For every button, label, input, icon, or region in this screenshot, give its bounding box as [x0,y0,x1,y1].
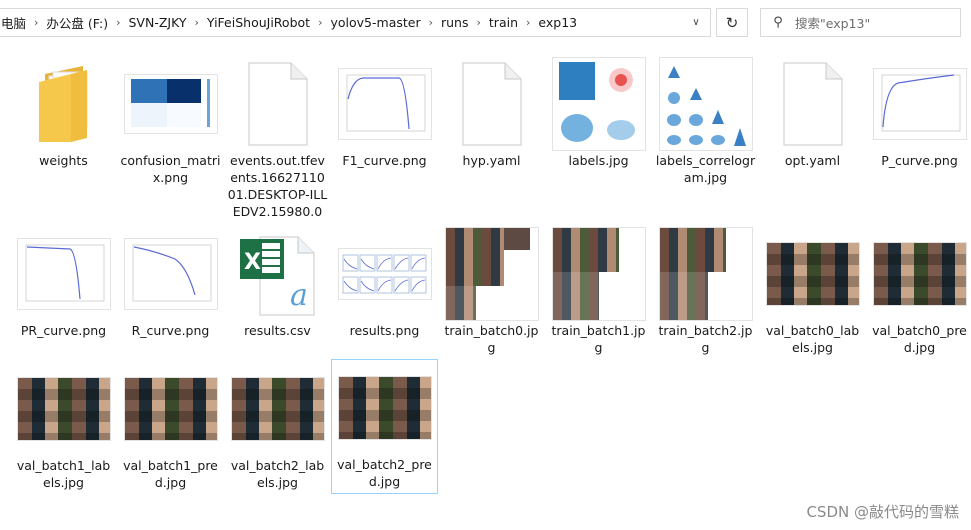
breadcrumb-item-pc[interactable]: 电脑 [0,13,30,32]
file-name: hyp.yaml [462,153,521,168]
file-item-val-batch0-labels[interactable]: val_batch0_labels.jpg [759,225,866,361]
file-item-events[interactable]: events.out.tfevents.1662711001.DESKTOP-I… [224,55,331,225]
chevron-right-icon[interactable]: › [112,16,124,29]
chevron-down-icon[interactable]: ∨ [682,9,710,36]
image-thumbnail [11,361,116,457]
document-icon [760,56,865,152]
file-item-p-curve[interactable]: P_curve.png [866,55,971,174]
breadcrumb-item-drive[interactable]: 办公盘 (F:) [42,13,112,32]
breadcrumb-item-yolov5[interactable]: yolov5-master [326,15,424,30]
svg-text:X: X [244,250,261,275]
image-thumbnail [225,361,330,457]
file-name: val_batch1_pred.jpg [123,458,218,490]
image-thumbnail [439,226,544,322]
file-item-r-curve[interactable]: R_curve.png [117,225,224,344]
image-thumbnail [332,226,437,322]
file-name: val_batch2_pred.jpg [337,457,432,489]
file-item-confusion-matrix[interactable]: confusion_matrix.png [117,55,224,191]
image-thumbnail [760,226,865,322]
chevron-right-icon[interactable]: › [30,16,42,29]
file-name: results.png [349,323,420,338]
file-item-val-batch2-labels[interactable]: val_batch2_labels.jpg [224,360,331,496]
file-name: labels.jpg [568,153,629,168]
file-name: F1_curve.png [342,153,427,168]
image-thumbnail [867,56,971,152]
file-item-train-batch2[interactable]: train_batch2.jpg [652,225,759,361]
file-item-opt-yaml[interactable]: opt.yaml [759,55,866,174]
breadcrumb-item-robot[interactable]: YiFeiShouJiRobot [203,15,314,30]
address-bar[interactable]: 电脑 › 办公盘 (F:) › SVN-ZJKY › YiFeiShouJiRo… [0,8,711,37]
file-name: val_batch0_pred.jpg [872,323,967,355]
file-item-train-batch1[interactable]: train_batch1.jpg [545,225,652,361]
file-item-hyp-yaml[interactable]: hyp.yaml [438,55,545,174]
watermark: CSDN @敲代码的雪糕 [806,503,959,521]
file-name: val_batch1_labels.jpg [16,458,111,490]
file-item-labels-correlogram[interactable]: labels_correlogram.jpg [652,55,759,191]
file-name: train_batch0.jpg [444,323,539,355]
chevron-right-icon[interactable]: › [473,16,485,29]
file-item-f1-curve[interactable]: F1_curve.png [331,55,438,174]
file-name: train_batch1.jpg [551,323,646,355]
file-item-weights[interactable]: weights [10,55,117,174]
folder-icon [11,56,116,152]
breadcrumb: 电脑 › 办公盘 (F:) › SVN-ZJKY › YiFeiShouJiRo… [0,9,682,36]
breadcrumb-item-svn[interactable]: SVN-ZJKY [125,15,191,30]
image-thumbnail [867,226,971,322]
image-thumbnail [653,56,758,152]
file-item-val-batch1-pred[interactable]: val_batch1_pred.jpg [117,360,224,496]
chevron-right-icon[interactable]: › [522,16,534,29]
document-icon [439,56,544,152]
file-name: labels_correlogram.jpg [655,153,756,185]
file-item-val-batch1-labels[interactable]: val_batch1_labels.jpg [10,360,117,496]
file-name: results.csv [244,323,311,338]
file-item-train-batch0[interactable]: train_batch0.jpg [438,225,545,361]
image-thumbnail [546,56,651,152]
image-thumbnail [11,226,116,322]
search-placeholder: 搜索"exp13" [795,16,871,31]
image-thumbnail [546,226,651,322]
file-item-pr-curve[interactable]: PR_curve.png [10,225,117,344]
svg-text:a: a [290,278,308,313]
excel-icon: a X [225,226,330,322]
refresh-icon: ↻ [725,13,739,32]
chevron-right-icon[interactable]: › [425,16,437,29]
file-name: val_batch2_labels.jpg [230,458,325,490]
file-item-val-batch2-pred[interactable]: val_batch2_pred.jpg [331,359,438,494]
file-name: R_curve.png [131,323,210,338]
breadcrumb-item-runs[interactable]: runs [437,15,473,30]
breadcrumb-item-exp13[interactable]: exp13 [534,15,581,30]
refresh-button[interactable]: ↻ [716,8,748,37]
file-name: opt.yaml [784,153,841,168]
file-name: train_batch2.jpg [658,323,753,355]
chevron-right-icon[interactable]: › [190,16,202,29]
file-item-results-png[interactable]: results.png [331,225,438,344]
image-thumbnail [653,226,758,322]
image-thumbnail [118,226,223,322]
file-name: val_batch0_labels.jpg [765,323,860,355]
file-name: PR_curve.png [20,323,107,338]
file-name: weights [39,153,88,168]
chevron-right-icon[interactable]: › [314,16,326,29]
file-name: confusion_matrix.png [120,153,221,185]
image-thumbnail [118,361,223,457]
file-item-val-batch0-pred[interactable]: val_batch0_pred.jpg [866,225,971,361]
image-thumbnail [118,56,223,152]
file-item-results-csv[interactable]: a X results.csv [224,225,331,344]
image-thumbnail [332,56,437,152]
search-input[interactable]: ⚲ 搜索"exp13" [760,8,961,37]
search-icon: ⚲ [773,15,783,30]
breadcrumb-item-train[interactable]: train [485,15,522,30]
document-icon [225,56,330,152]
file-item-labels[interactable]: labels.jpg [545,55,652,174]
file-name: events.out.tfevents.1662711001.DESKTOP-I… [227,153,328,219]
file-name: P_curve.png [881,153,958,168]
image-thumbnail [332,360,437,456]
